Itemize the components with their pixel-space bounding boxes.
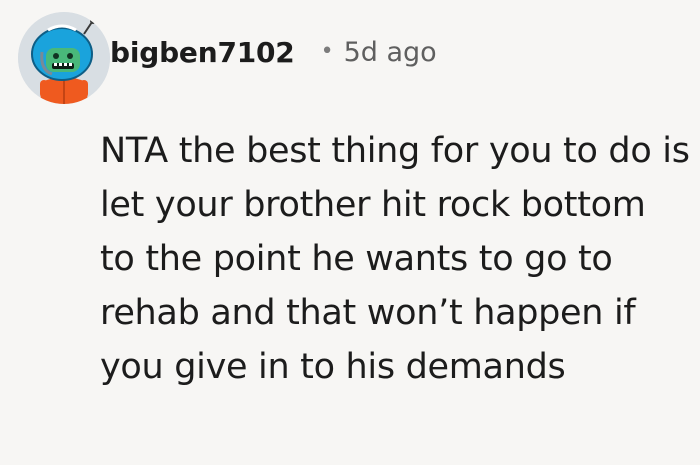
comment-meta: bigben7102 • 5d ago [110, 30, 437, 74]
timestamp[interactable]: 5d ago [344, 37, 437, 68]
comment: bigben7102 • 5d ago NTA the best thing f… [0, 0, 700, 465]
separator-dot: • [320, 39, 334, 64]
username-link[interactable]: bigben7102 [110, 36, 295, 69]
snoo-avatar-icon [18, 12, 110, 104]
comment-body: NTA the best thing for you to do is let … [100, 131, 690, 387]
user-avatar[interactable] [18, 12, 110, 104]
